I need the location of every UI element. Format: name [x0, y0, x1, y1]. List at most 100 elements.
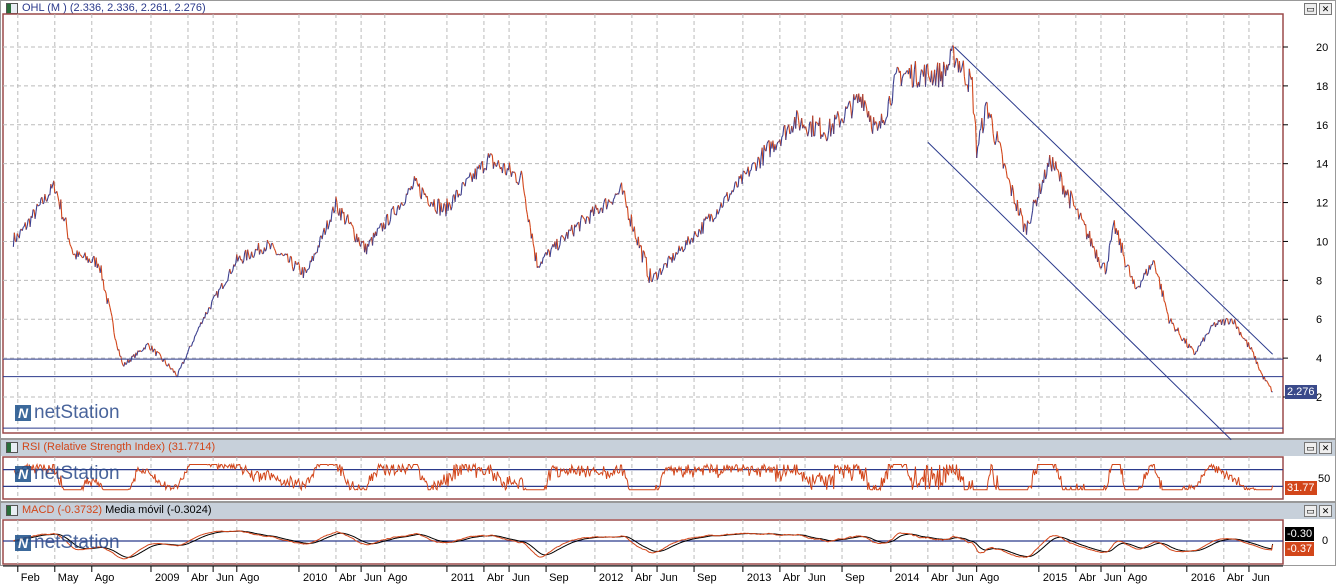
- price-segment: [912, 86, 914, 88]
- price-segment: [827, 130, 830, 139]
- price-segment: [223, 284, 226, 287]
- price-segment: [281, 254, 284, 257]
- price-segment: [264, 248, 267, 252]
- price-segment: [541, 257, 544, 264]
- price-segment: [336, 202, 339, 214]
- price-segment: [434, 209, 437, 213]
- price-segment: [532, 243, 535, 249]
- price-segment: [709, 213, 712, 222]
- price-segment: [411, 184, 414, 190]
- price-segment: [1228, 322, 1231, 325]
- rsi-level-label: 50: [1318, 473, 1331, 485]
- x-tick-label: Abr: [339, 572, 356, 584]
- price-segment: [406, 188, 409, 195]
- price-segment: [904, 71, 907, 75]
- price-segment: [1208, 327, 1211, 332]
- price-segment: [271, 242, 274, 247]
- y-tick-label: 4: [1316, 353, 1322, 365]
- price-segment: [1211, 323, 1214, 327]
- price-segment: [1263, 376, 1266, 382]
- x-tick-label: Ago: [240, 572, 260, 584]
- price-segment: [91, 256, 94, 263]
- price-segment: [1052, 157, 1055, 168]
- price-segment: [194, 334, 197, 337]
- price-segment: [495, 163, 498, 167]
- price-segment: [365, 243, 369, 255]
- x-tick-label: Ago: [980, 572, 1000, 584]
- price-segment: [576, 222, 579, 226]
- x-tick-label: Sep: [549, 572, 569, 584]
- price-segment: [269, 243, 272, 250]
- chart-canvas[interactable]: Feb May Ago 2009 Abr Jun Ago 2010 Abr Jun Ago 2011 A…: [0, 0, 1336, 586]
- price-segment: [824, 133, 827, 137]
- price-segment: [562, 236, 565, 239]
- price-segment: [1250, 347, 1253, 352]
- price-segment: [1242, 337, 1244, 340]
- price-segment: [646, 275, 649, 278]
- price-segment: [1075, 208, 1078, 211]
- price-segment: [1036, 197, 1039, 207]
- last-price-label: 2.276: [1285, 385, 1317, 399]
- price-segment: [66, 228, 69, 240]
- price-segment: [956, 57, 958, 60]
- price-segment: [919, 69, 923, 76]
- price-segment: [689, 239, 692, 245]
- price-segment: [1081, 218, 1084, 221]
- price-segment: [603, 199, 606, 205]
- price-segment: [720, 202, 723, 208]
- price-segment: [1194, 350, 1197, 355]
- price-segment: [343, 212, 346, 225]
- price-segment: [108, 303, 111, 308]
- price-segment: [168, 363, 171, 368]
- watermark-text: netStation: [34, 463, 120, 484]
- price-segment: [35, 203, 38, 212]
- price-segment: [998, 141, 1001, 144]
- price-segment: [900, 77, 903, 87]
- price-segment: [159, 353, 162, 357]
- price-segment: [526, 214, 529, 223]
- price-segment: [82, 255, 85, 259]
- price-segment: [888, 96, 891, 105]
- price-segment: [420, 187, 423, 200]
- price-segment: [776, 141, 779, 145]
- price-segment: [239, 255, 242, 261]
- price-segment: [1241, 335, 1243, 338]
- price-segment: [967, 68, 970, 92]
- price-segment: [1100, 263, 1104, 269]
- price-segment: [713, 217, 716, 220]
- price-segment: [469, 172, 472, 177]
- price-segment: [823, 131, 826, 134]
- price-segment: [121, 361, 124, 366]
- price-segment: [164, 359, 167, 364]
- price-segment: [307, 267, 310, 270]
- price-segment: [587, 216, 590, 219]
- price-segment: [531, 233, 534, 244]
- price-segment: [1227, 319, 1230, 325]
- price-segment: [1149, 264, 1152, 270]
- price-segment: [18, 230, 21, 239]
- price-segment: [345, 217, 348, 223]
- price-segment: [1031, 210, 1034, 218]
- price-segment: [1122, 254, 1125, 257]
- price-segment: [1270, 386, 1273, 393]
- price-segment: [1163, 300, 1166, 303]
- price-segment: [485, 159, 488, 171]
- price-segment: [912, 69, 915, 87]
- price-segment: [1259, 370, 1262, 374]
- price-segment: [571, 224, 574, 233]
- price-segment: [651, 277, 654, 283]
- price-segment: [1004, 165, 1007, 172]
- price-segment: [1011, 184, 1014, 192]
- price-segment: [999, 142, 1002, 149]
- price-segment: [892, 75, 895, 85]
- price-segment: [243, 252, 246, 261]
- price-segment: [702, 218, 705, 234]
- price-segment: [902, 73, 905, 76]
- price-segment: [520, 170, 523, 177]
- price-segment: [1207, 331, 1210, 335]
- price-segment: [490, 153, 493, 156]
- price-segment: [1083, 220, 1086, 226]
- price-segment: [962, 60, 965, 77]
- price-segment: [378, 223, 382, 228]
- price-segment: [963, 76, 966, 85]
